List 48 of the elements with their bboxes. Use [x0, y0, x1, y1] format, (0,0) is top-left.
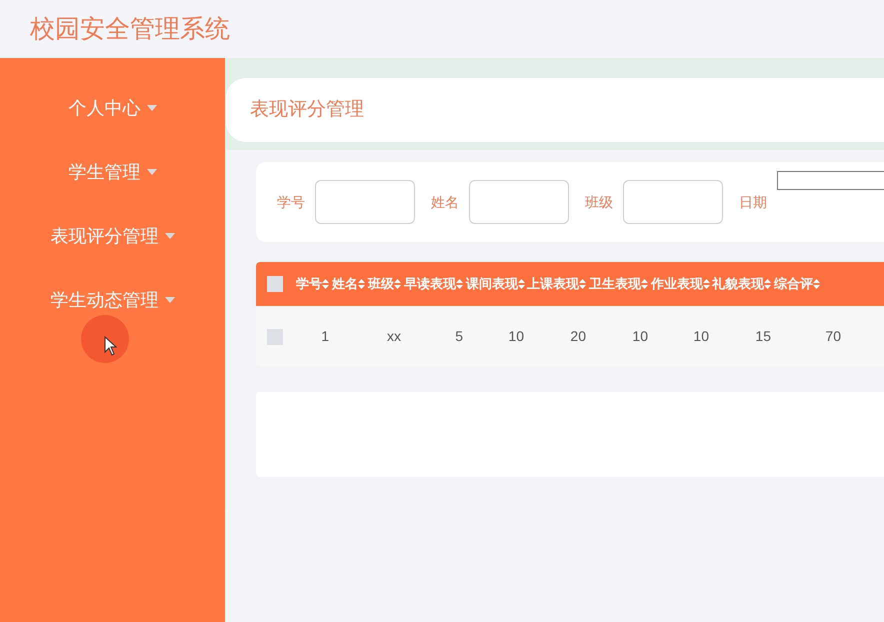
caret-icon: [164, 233, 174, 239]
column-header[interactable]: 课间表现: [466, 274, 527, 294]
table-cell-text: 10: [692, 327, 710, 346]
sort-icon: [518, 279, 525, 289]
caret-icon: [146, 105, 156, 111]
sort-icon: [322, 279, 329, 289]
checkbox[interactable]: [267, 276, 283, 292]
sidebar-menu-item[interactable]: 表现评分管理: [0, 224, 225, 248]
table-cell-text: 10: [507, 327, 525, 346]
caret-icon: [164, 297, 174, 303]
field-label: 班级: [585, 192, 613, 212]
field-label: 姓名: [431, 192, 459, 212]
column-header[interactable]: 学号: [296, 274, 332, 294]
caret-icon: [146, 169, 156, 175]
sort-icon: [641, 279, 648, 289]
table-cell-text: 1: [320, 327, 330, 346]
column-header[interactable]: 班级: [368, 274, 404, 294]
column-header[interactable]: 姓名: [332, 274, 368, 294]
table-cell-text: 15: [754, 327, 772, 346]
column-header[interactable]: 上课表现: [527, 274, 589, 294]
column-header[interactable]: 作业表现: [651, 274, 712, 294]
cursor-highlight: [81, 315, 129, 363]
field-label: 学号: [277, 192, 305, 212]
sort-icon: [703, 279, 710, 289]
table-cell-text: 10: [631, 327, 649, 346]
table-cell-text: xx: [386, 327, 402, 346]
input-field[interactable]: [777, 171, 884, 190]
table-cell-text: 20: [569, 327, 587, 346]
sort-icon: [579, 279, 586, 289]
sort-icon: [764, 279, 771, 289]
table-cell-text: 70: [824, 327, 842, 346]
column-header[interactable]: 礼貌表现: [712, 274, 774, 294]
page-title: 表现评分管理: [250, 98, 364, 122]
sort-icon: [358, 279, 365, 289]
field-label: 日期: [739, 192, 767, 212]
checkbox[interactable]: [267, 328, 283, 344]
table-cell-text: 5: [454, 327, 464, 346]
sort-icon: [813, 279, 820, 289]
sort-icon: [394, 279, 401, 289]
column-header[interactable]: 早读表现: [404, 274, 466, 294]
app-title: 校园安全管理系统: [30, 13, 230, 46]
sort-icon: [456, 279, 463, 289]
sidebar-menu-item[interactable]: 学生动态管理: [0, 288, 225, 312]
cursor-icon: [104, 336, 118, 356]
sidebar-menu-item[interactable]: 学生管理: [0, 160, 225, 184]
sidebar-menu-item[interactable]: 个人中心: [0, 96, 225, 120]
column-header[interactable]: 综合评: [774, 274, 844, 294]
column-header[interactable]: 卫生表现: [589, 274, 651, 294]
